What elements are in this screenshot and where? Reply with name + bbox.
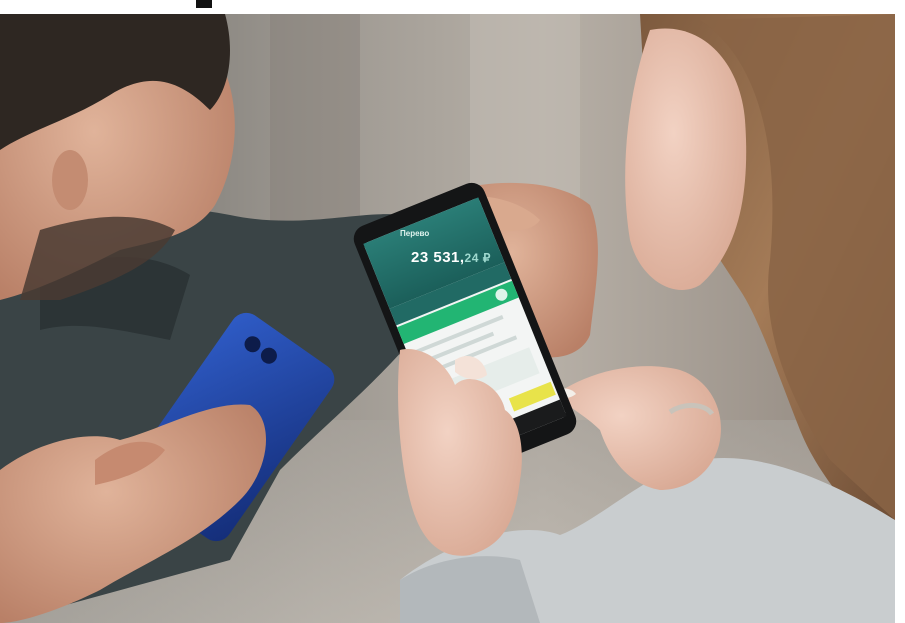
app-screen-title: Перево [400,229,430,238]
app-balance-main: 23 531, [411,249,465,266]
man-ear [52,150,88,210]
app-balance-tail: 24 ₽ [464,251,491,265]
photo-scene: Перево 23 531,24 ₽ [0,0,905,623]
top-white-strip [0,0,905,14]
scene-illustration [0,0,905,623]
app-balance: 23 531,24 ₽ [411,249,491,266]
top-dark-mark [196,0,212,8]
right-white-strip [895,0,905,623]
